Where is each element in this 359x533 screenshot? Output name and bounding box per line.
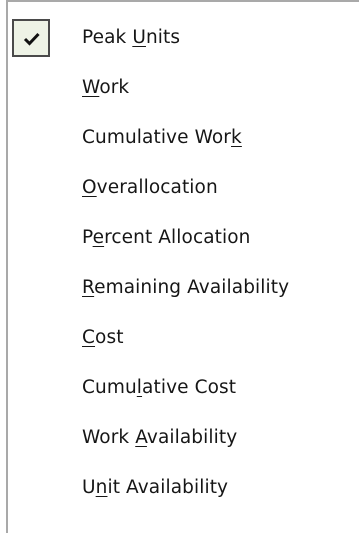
menu-item-unit-availability[interactable]: Unit Availability xyxy=(0,465,359,511)
menu-top-border xyxy=(6,0,359,2)
menu-item-overallocation[interactable]: Overallocation xyxy=(0,165,359,211)
menu-item-percent-allocation[interactable]: Percent Allocation xyxy=(0,215,359,261)
menu-item-cumulative-cost[interactable]: Cumulative Cost xyxy=(0,365,359,411)
context-menu: Peak Units Work Cumulative Work Overallo… xyxy=(0,0,359,533)
menu-item-label: Cumulative Work xyxy=(82,127,242,148)
menu-item-remaining-availability[interactable]: Remaining Availability xyxy=(0,265,359,311)
menu-item-label: Peak Units xyxy=(82,27,181,48)
menu-item-label: Work Availability xyxy=(82,427,238,448)
menu-item-peak-units[interactable]: Peak Units xyxy=(0,15,359,61)
menu-item-work-availability[interactable]: Work Availability xyxy=(0,415,359,461)
menu-item-label: Unit Availability xyxy=(82,477,229,498)
menu-item-cumulative-work[interactable]: Cumulative Work xyxy=(0,115,359,161)
menu-item-label: Percent Allocation xyxy=(82,227,251,248)
menu-item-label: Remaining Availability xyxy=(82,277,290,298)
menu-item-label: Work xyxy=(82,77,130,98)
menu-item-label: Cost xyxy=(82,327,124,348)
menu-item-cost[interactable]: Cost xyxy=(0,315,359,361)
menu-item-label: Cumulative Cost xyxy=(82,377,237,398)
menu-item-work[interactable]: Work xyxy=(0,65,359,111)
menu-item-label: Overallocation xyxy=(82,177,218,198)
